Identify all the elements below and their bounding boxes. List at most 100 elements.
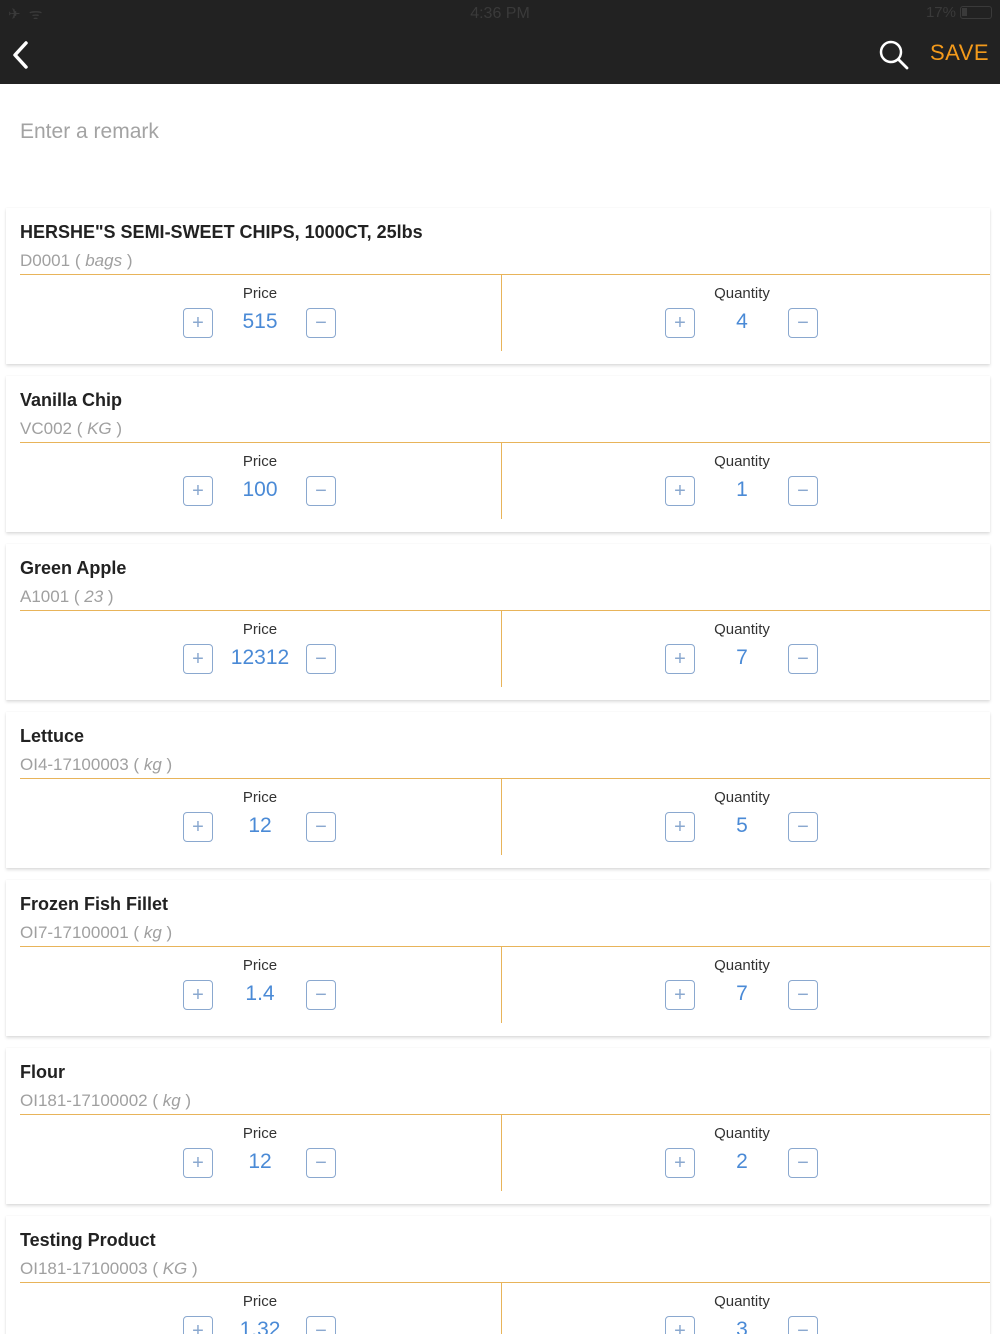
quantity-decrement-button[interactable]: − bbox=[788, 1148, 818, 1178]
price-label: Price bbox=[242, 1125, 278, 1142]
quantity-decrement-button[interactable]: − bbox=[788, 476, 818, 506]
divider bbox=[20, 946, 990, 947]
minus-icon: − bbox=[315, 1320, 327, 1334]
quantity-increment-button[interactable]: + bbox=[665, 308, 695, 338]
product-unit: kg bbox=[143, 755, 162, 774]
plus-icon: + bbox=[674, 984, 686, 1006]
quantity-increment-button[interactable]: + bbox=[665, 980, 695, 1010]
quantity-value[interactable]: 4 bbox=[697, 310, 787, 334]
product-code: OI181-17100002 ( kg ) bbox=[20, 1091, 192, 1110]
price-value[interactable]: 12312 bbox=[215, 646, 305, 670]
price-decrement-button[interactable]: − bbox=[306, 980, 336, 1010]
product-code-value: OI181-17100002 bbox=[20, 1091, 148, 1110]
price-decrement-button[interactable]: − bbox=[306, 1316, 336, 1334]
price-value[interactable]: 1.4 bbox=[215, 982, 305, 1006]
price-increment-button[interactable]: + bbox=[183, 308, 213, 338]
product-card: Flour OI181-17100002 ( kg ) Price + 12 −… bbox=[6, 1048, 990, 1204]
quantity-value[interactable]: 5 bbox=[697, 814, 787, 838]
search-button[interactable] bbox=[877, 38, 911, 72]
quantity-decrement-button[interactable]: − bbox=[788, 980, 818, 1010]
column-divider bbox=[501, 947, 502, 1023]
column-divider bbox=[501, 1283, 502, 1334]
quantity-value[interactable]: 7 bbox=[697, 646, 787, 670]
plus-icon: + bbox=[674, 1320, 686, 1334]
price-decrement-button[interactable]: − bbox=[306, 308, 336, 338]
plus-icon: + bbox=[674, 1152, 686, 1174]
save-button[interactable]: SAVE bbox=[930, 40, 989, 66]
price-decrement-button[interactable]: − bbox=[306, 1148, 336, 1178]
product-name: Lettuce bbox=[20, 726, 85, 746]
remark-input[interactable]: Enter a remark bbox=[20, 120, 159, 144]
quantity-label: Quantity bbox=[714, 453, 770, 470]
price-decrement-button[interactable]: − bbox=[306, 812, 336, 842]
product-code: D0001 ( bags ) bbox=[20, 251, 133, 270]
price-increment-button[interactable]: + bbox=[183, 1316, 213, 1334]
product-code-value: VC002 bbox=[20, 419, 72, 438]
product-code: A1001 ( 23 ) bbox=[20, 587, 114, 606]
product-card: Lettuce OI4-17100003 ( kg ) Price + 12 −… bbox=[6, 712, 990, 868]
product-unit: kg bbox=[162, 1091, 181, 1110]
quantity-decrement-button[interactable]: − bbox=[788, 644, 818, 674]
quantity-label: Quantity bbox=[714, 1293, 770, 1310]
product-code: OI181-17100003 ( KG ) bbox=[20, 1259, 198, 1278]
price-value[interactable]: 100 bbox=[215, 478, 305, 502]
product-name: Vanilla Chip bbox=[20, 390, 123, 410]
divider bbox=[20, 610, 990, 611]
product-card: Vanilla Chip VC002 ( KG ) Price + 100 − … bbox=[6, 376, 990, 532]
product-code: VC002 ( KG ) bbox=[20, 419, 123, 438]
minus-icon: − bbox=[797, 984, 809, 1006]
plus-icon: + bbox=[674, 480, 686, 502]
product-unit: kg bbox=[143, 923, 162, 942]
plus-icon: + bbox=[674, 312, 686, 334]
minus-icon: − bbox=[797, 480, 809, 502]
quantity-value[interactable]: 1 bbox=[697, 478, 787, 502]
plus-icon: + bbox=[192, 648, 204, 670]
minus-icon: − bbox=[315, 648, 327, 670]
price-label: Price bbox=[242, 957, 278, 974]
quantity-value[interactable]: 3 bbox=[697, 1318, 787, 1334]
price-increment-button[interactable]: + bbox=[183, 980, 213, 1010]
back-button[interactable] bbox=[8, 38, 36, 72]
price-value[interactable]: 515 bbox=[215, 310, 305, 334]
product-name: Frozen Fish Fillet bbox=[20, 894, 169, 914]
quantity-decrement-button[interactable]: − bbox=[788, 308, 818, 338]
minus-icon: − bbox=[797, 1320, 809, 1334]
battery-icon bbox=[960, 6, 992, 19]
price-increment-button[interactable]: + bbox=[183, 644, 213, 674]
price-label: Price bbox=[242, 789, 278, 806]
minus-icon: − bbox=[797, 816, 809, 838]
quantity-increment-button[interactable]: + bbox=[665, 644, 695, 674]
plus-icon: + bbox=[192, 480, 204, 502]
quantity-increment-button[interactable]: + bbox=[665, 476, 695, 506]
price-increment-button[interactable]: + bbox=[183, 1148, 213, 1178]
minus-icon: − bbox=[315, 1152, 327, 1174]
price-decrement-button[interactable]: − bbox=[306, 476, 336, 506]
top-bar: ✈ ᯤ 4:36 PM 17% SAVE bbox=[0, 0, 1000, 84]
minus-icon: − bbox=[315, 312, 327, 334]
status-bar: ✈ ᯤ 4:36 PM 17% bbox=[0, 0, 1000, 28]
divider bbox=[20, 778, 990, 779]
quantity-decrement-button[interactable]: − bbox=[788, 812, 818, 842]
quantity-decrement-button[interactable]: − bbox=[788, 1316, 818, 1334]
product-unit: KG bbox=[162, 1259, 188, 1278]
price-decrement-button[interactable]: − bbox=[306, 644, 336, 674]
product-code-value: D0001 bbox=[20, 251, 71, 270]
price-increment-button[interactable]: + bbox=[183, 812, 213, 842]
battery-percent: 17% bbox=[925, 4, 956, 21]
product-unit: 23 bbox=[84, 587, 104, 606]
quantity-label: Quantity bbox=[714, 621, 770, 638]
quantity-increment-button[interactable]: + bbox=[665, 1148, 695, 1178]
product-code: OI4-17100003 ( kg ) bbox=[20, 755, 173, 774]
quantity-increment-button[interactable]: + bbox=[665, 1316, 695, 1334]
quantity-value[interactable]: 2 bbox=[697, 1150, 787, 1174]
price-value[interactable]: 1.32 bbox=[215, 1318, 305, 1334]
price-increment-button[interactable]: + bbox=[183, 476, 213, 506]
divider bbox=[20, 1114, 990, 1115]
quantity-label: Quantity bbox=[714, 285, 770, 302]
quantity-increment-button[interactable]: + bbox=[665, 812, 695, 842]
plus-icon: + bbox=[192, 1152, 204, 1174]
price-value[interactable]: 12 bbox=[215, 814, 305, 838]
quantity-value[interactable]: 7 bbox=[697, 982, 787, 1006]
price-value[interactable]: 12 bbox=[215, 1150, 305, 1174]
product-code-value: A1001 bbox=[20, 587, 70, 606]
